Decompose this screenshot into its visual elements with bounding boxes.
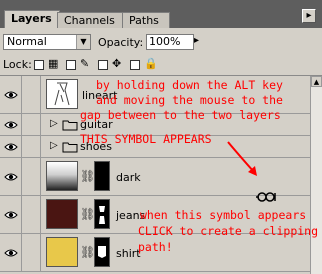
lock-transparency-checkbox[interactable]: [34, 60, 44, 70]
annotation-line-2: and moving the mouse to the: [96, 93, 283, 107]
link-cell[interactable]: [23, 136, 41, 157]
annotation-line-3: gap between to the two layers: [80, 108, 281, 122]
tab-channels[interactable]: Channels: [57, 12, 125, 28]
blend-options-row: Normal ▼ Opacity: 100% ▸: [0, 28, 322, 54]
link-cell[interactable]: [23, 196, 41, 233]
expand-triangle-icon[interactable]: ▷: [50, 140, 58, 151]
lock-icon: 🔒: [144, 57, 158, 70]
eye-icon: [4, 173, 18, 181]
annotation-line-1: by holding down the ALT key: [96, 78, 283, 92]
visibility-toggle[interactable]: [0, 234, 22, 271]
layer-thumbnail: [46, 79, 78, 109]
blend-mode-select[interactable]: Normal ▼: [3, 34, 91, 50]
layer-thumbnail: [46, 161, 78, 191]
mask-shape: [98, 246, 106, 258]
layer-mask-thumbnail[interactable]: [94, 199, 110, 229]
tab-paths[interactable]: Paths: [122, 12, 170, 28]
visibility-toggle[interactable]: [0, 76, 22, 113]
layer-mask-thumbnail[interactable]: [94, 161, 110, 191]
link-cell[interactable]: [23, 158, 41, 195]
triangle-right-icon: ▸: [306, 10, 312, 21]
blend-mode-value: Normal: [7, 35, 47, 48]
triangle-right-icon[interactable]: ▸: [194, 35, 199, 46]
layer-mask-thumbnail[interactable]: [94, 237, 110, 267]
link-cell[interactable]: [23, 234, 41, 271]
annotation-line-4: THIS SYMBOL APPEARS: [80, 132, 212, 146]
eye-icon: [4, 211, 18, 219]
expand-triangle-icon[interactable]: ▷: [50, 118, 58, 129]
tab-layers[interactable]: Layers: [4, 10, 60, 28]
opacity-input[interactable]: 100%: [146, 34, 194, 50]
annotation-line-6: CLICK to create a clipping: [138, 224, 319, 238]
panel-menu-button[interactable]: ▸: [302, 9, 316, 23]
layer-name[interactable]: shirt: [116, 247, 141, 260]
layer-thumbnail: [46, 199, 78, 229]
annotation-line-7: path!: [138, 240, 173, 254]
opacity-label: Opacity:: [98, 36, 144, 49]
annotation-arrow-icon: [227, 141, 257, 176]
chain-link-icon[interactable]: ⛓: [80, 207, 95, 221]
link-cell[interactable]: [23, 76, 41, 113]
lock-position-checkbox[interactable]: [98, 60, 108, 70]
lock-all-checkbox[interactable]: [130, 60, 140, 70]
panel-tab-bar: Layers Channels Paths ▸: [0, 0, 322, 28]
lock-label: Lock:: [3, 58, 32, 71]
layers-scrollbar[interactable]: ▲: [310, 76, 322, 274]
link-cell[interactable]: [23, 114, 41, 135]
visibility-toggle[interactable]: [0, 114, 22, 135]
eye-icon: [4, 121, 18, 129]
eye-icon: [4, 249, 18, 257]
move-icon: ✥: [112, 57, 122, 70]
annotation-line-5: when this symbol appears: [140, 208, 307, 222]
visibility-toggle[interactable]: [0, 196, 22, 233]
mask-shape: [99, 206, 105, 224]
scroll-up-icon[interactable]: ▲: [311, 76, 322, 87]
brush-icon: ✎: [80, 57, 90, 70]
folder-icon: [62, 120, 78, 131]
chain-link-icon[interactable]: ⛓: [80, 245, 95, 259]
lineart-thumbnail-sketch: [54, 82, 70, 106]
layer-thumbnail: [46, 237, 78, 267]
lock-image-checkbox[interactable]: [66, 60, 76, 70]
checkerboard-icon: ▦: [48, 57, 59, 70]
clipping-mask-cursor-icon: [256, 192, 276, 202]
visibility-toggle[interactable]: [0, 136, 22, 157]
visibility-toggle[interactable]: [0, 158, 22, 195]
layer-name[interactable]: dark: [116, 171, 141, 184]
folder-icon: [62, 142, 78, 153]
eye-icon: [4, 91, 18, 99]
chain-link-icon[interactable]: ⛓: [80, 169, 95, 183]
eye-icon: [4, 143, 18, 151]
chevron-down-icon[interactable]: ▼: [76, 35, 90, 49]
lock-row: Lock: ▦ ✎ ✥ 🔒: [0, 54, 322, 76]
